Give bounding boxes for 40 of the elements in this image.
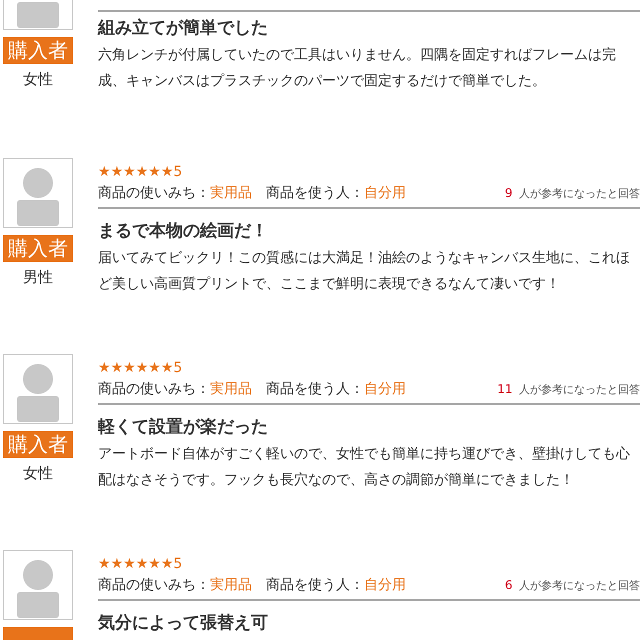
review-text: 六角レンチが付属していたので工具はいりません。四隅を固定すればフレームは完成、キャンバスはプラスチックのパーツで固定するだけで簡単でした。 [98,46,617,91]
usage-label: 商品の使いみち： [98,184,210,202]
buyer-badge: 購入者 [3,235,73,262]
avatar-icon [3,158,73,228]
user-value: 自分用 [364,184,406,202]
helpful-text: 人が参考になったと回答 [519,187,640,200]
usage-value: 実用品 [210,184,252,202]
user-label: 商品を使う人： [266,184,364,202]
user-value: 自分用 [364,380,406,398]
reviewer-gender: 女性 [23,70,53,89]
star-rating: ★★★★★★ [98,556,174,572]
buyer-badge: 購入者 [3,37,73,64]
rating-value: 5 [173,360,182,376]
helpful-count: 9 [504,186,512,200]
review-title: 組み立てが簡単でした [98,17,269,40]
review-text: アートボード自体がすごく軽いので、女性でも簡単に持ち運びでき、壁掛けしても心配はなさそうです。フックも長穴なので、高さの調節が簡単にできました！ [98,445,631,490]
usage-label: 商品の使いみち： [98,576,210,594]
review-title: 気分によって張替え可 [98,612,269,635]
user-label: 商品を使う人： [266,576,364,594]
usage-value: 実用品 [210,576,252,594]
usage-label: 商品の使いみち： [98,380,210,398]
rating-value: 5 [173,164,182,180]
reviewer-gender: 女性 [23,464,53,483]
avatar-icon [3,550,73,620]
review-title: まるで本物の絵画だ！ [98,220,269,243]
helpful-count: 11 [497,382,512,396]
helpful-count: 6 [504,578,512,592]
star-rating: ★★★★★★ [98,360,174,376]
review-text: 届いてみてビックリ！この質感には大満足！油絵のようなキャンバス生地に、これほど美しい高画質プリントで、ここまで鮮明に表現できるなんて凄いです！ [98,249,631,294]
star-rating: ★★★★★★ [98,164,174,180]
rating-value: 5 [173,556,182,572]
review-title: 軽くて設置が楽だった [98,416,269,439]
usage-value: 実用品 [210,380,252,398]
helpful-text: 人が参考になったと回答 [519,383,640,396]
reviewer-gender: 男性 [23,268,53,287]
avatar-icon [3,354,73,424]
buyer-badge: 購入者 [3,431,73,458]
user-value: 自分用 [364,576,406,594]
user-label: 商品を使う人： [266,380,364,398]
helpful-text: 人が参考になったと回答 [519,579,640,592]
